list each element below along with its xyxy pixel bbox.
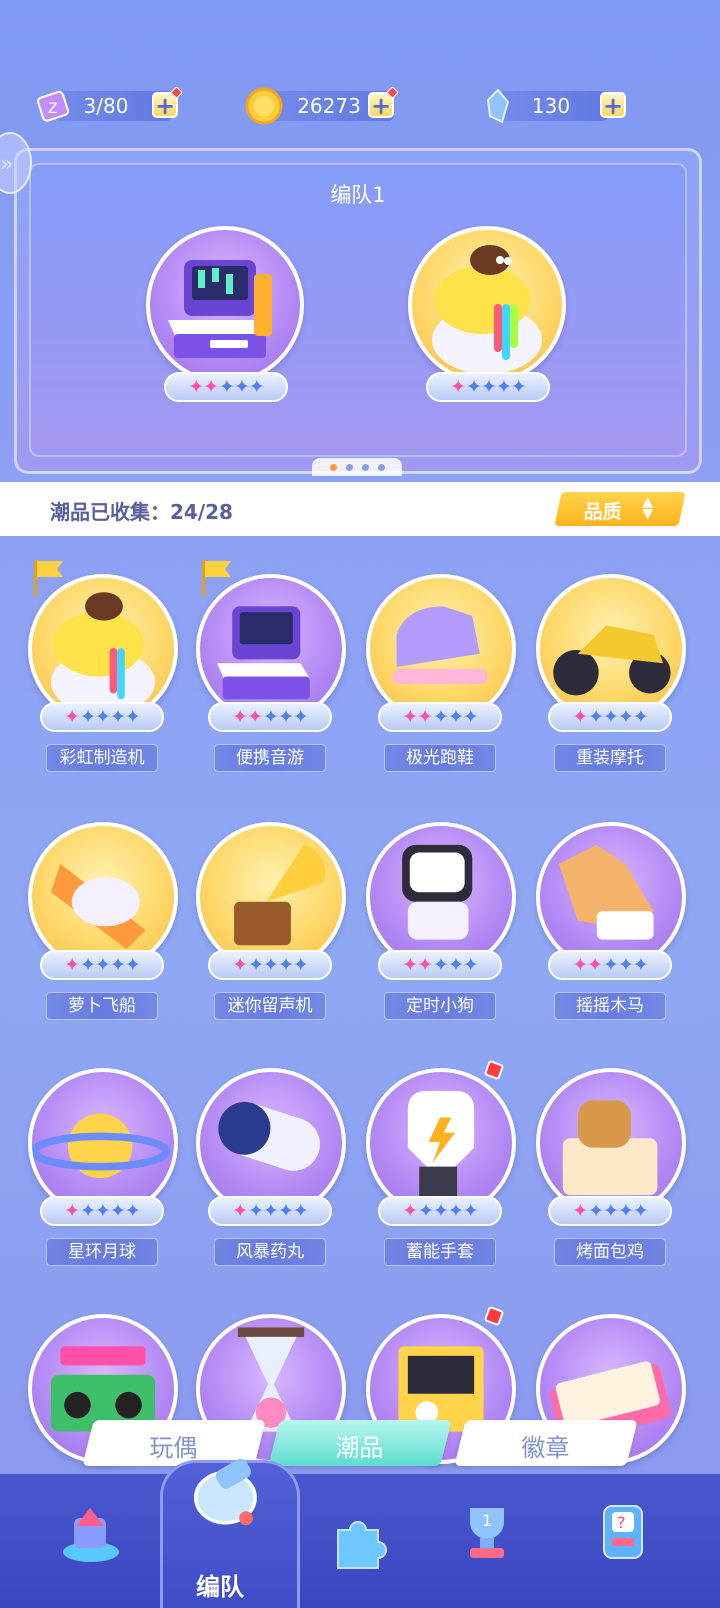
team-flag-icon	[202, 560, 231, 596]
bottom-nav: 1 ?	[0, 1458, 720, 1608]
item-stars: ✦✦✦✦✦	[208, 1196, 332, 1226]
team-member-1-stars: ✦✦ ✦✦✦	[164, 372, 288, 402]
svg-text:Z: Z	[48, 101, 58, 117]
page-dot	[377, 463, 385, 471]
item-artwork	[562, 1100, 658, 1196]
add-crystal-button[interactable]: +	[600, 92, 626, 118]
puzzle-icon[interactable]	[324, 1504, 394, 1574]
item-artwork	[558, 844, 654, 940]
svg-text:?: ?	[617, 1513, 626, 1532]
item-stars: ✦✦✦✦✦	[208, 950, 332, 980]
piano-machine-icon	[168, 260, 272, 358]
team-title: 编队1	[330, 183, 386, 207]
page-dot	[345, 463, 353, 471]
item-artwork	[392, 606, 488, 685]
whistle-icon[interactable]	[182, 1452, 262, 1532]
team-member-2[interactable]	[408, 226, 566, 384]
crystal-icon	[486, 88, 510, 124]
item-name: 摇摇木马	[554, 992, 666, 1020]
item-stars: ✦✦✦✦✦	[548, 702, 672, 732]
item-name: 重装摩托	[554, 744, 666, 772]
crystal-currency: 130 +	[478, 86, 628, 126]
item-artwork	[32, 1113, 171, 1179]
mystery-machine-icon[interactable]: ?	[588, 1496, 658, 1566]
item-stars: ✦✦✦✦✦	[548, 1196, 672, 1226]
item-stars: ✦✦✦✦✦	[40, 1196, 164, 1226]
coin-value: 26273	[297, 94, 361, 118]
item-name: 风暴药丸	[214, 1238, 326, 1266]
sort-arrows-icon: ▲ ▼	[642, 494, 653, 522]
item-name: 萝卜飞船	[46, 992, 158, 1020]
item-artwork	[407, 1090, 475, 1205]
rainbow-blob-icon	[432, 245, 542, 374]
collection-count: 潮品已收集：24/28	[50, 500, 233, 524]
item-name: 定时小狗	[384, 992, 496, 1020]
item-artwork	[234, 844, 326, 946]
item-artwork	[402, 844, 473, 940]
item-stars: ✦✦✦✦✦	[378, 950, 502, 980]
item-stars: ✦✦✦✦✦	[548, 950, 672, 980]
ticket-value: 3/80	[83, 94, 129, 118]
item-name: 迷你留声机	[214, 992, 326, 1020]
nav-label-team: 编队	[196, 1573, 244, 1601]
item-stars: ✦✦✦✦✦	[40, 702, 164, 732]
team-member-1[interactable]	[146, 226, 304, 384]
team-panel: 编队1	[14, 148, 702, 474]
ticket-icon: Z	[37, 90, 70, 122]
item-name: 彩虹制造机	[46, 744, 158, 772]
item-artwork	[218, 1101, 320, 1171]
trophy-icon[interactable]: 1	[452, 1496, 522, 1566]
collection-strip: 潮品已收集：24/28 品质 ▲ ▼	[0, 482, 720, 536]
page-dot	[361, 463, 369, 471]
item-stars: ✦✦✦✦✦	[208, 702, 332, 732]
coin-currency: 26273 +	[244, 86, 404, 126]
tab-trends[interactable]: 潮品	[268, 1420, 452, 1466]
coin-icon	[245, 87, 283, 125]
item-artwork	[50, 863, 146, 950]
category-tabs: 玩偶 潮品 徽章	[80, 1420, 640, 1470]
item-artwork	[553, 625, 671, 696]
item-name: 便携音游	[214, 744, 326, 772]
item-artwork	[50, 592, 156, 715]
item-name: 烤面包鸡	[554, 1238, 666, 1266]
svg-text:1: 1	[482, 1511, 492, 1530]
item-name: 蓄能手套	[384, 1238, 496, 1266]
team-member-2-stars: ✦ ✦✦✦✦	[426, 372, 550, 402]
team-pager[interactable]	[312, 458, 402, 476]
item-name: 星环月球	[46, 1238, 158, 1266]
item-name: 极光跑鞋	[384, 744, 496, 772]
item-stars: ✦✦✦✦✦	[40, 950, 164, 980]
page-dot-active	[329, 463, 337, 471]
item-artwork	[217, 606, 310, 700]
double-chevron-icon: »	[0, 152, 14, 177]
crystal-value: 130	[531, 94, 571, 118]
tab-badges[interactable]: 徽章	[454, 1420, 638, 1466]
ticket-currency: Z 3/80 +	[34, 86, 184, 126]
home-icon[interactable]	[56, 1500, 126, 1570]
item-stars: ✦✦✦✦✦	[378, 702, 502, 732]
item-stars: ✦✦✦✦✦	[378, 1196, 502, 1226]
sort-quality-button[interactable]: 品质 ▲ ▼	[554, 492, 686, 526]
team-flag-icon	[34, 560, 63, 596]
